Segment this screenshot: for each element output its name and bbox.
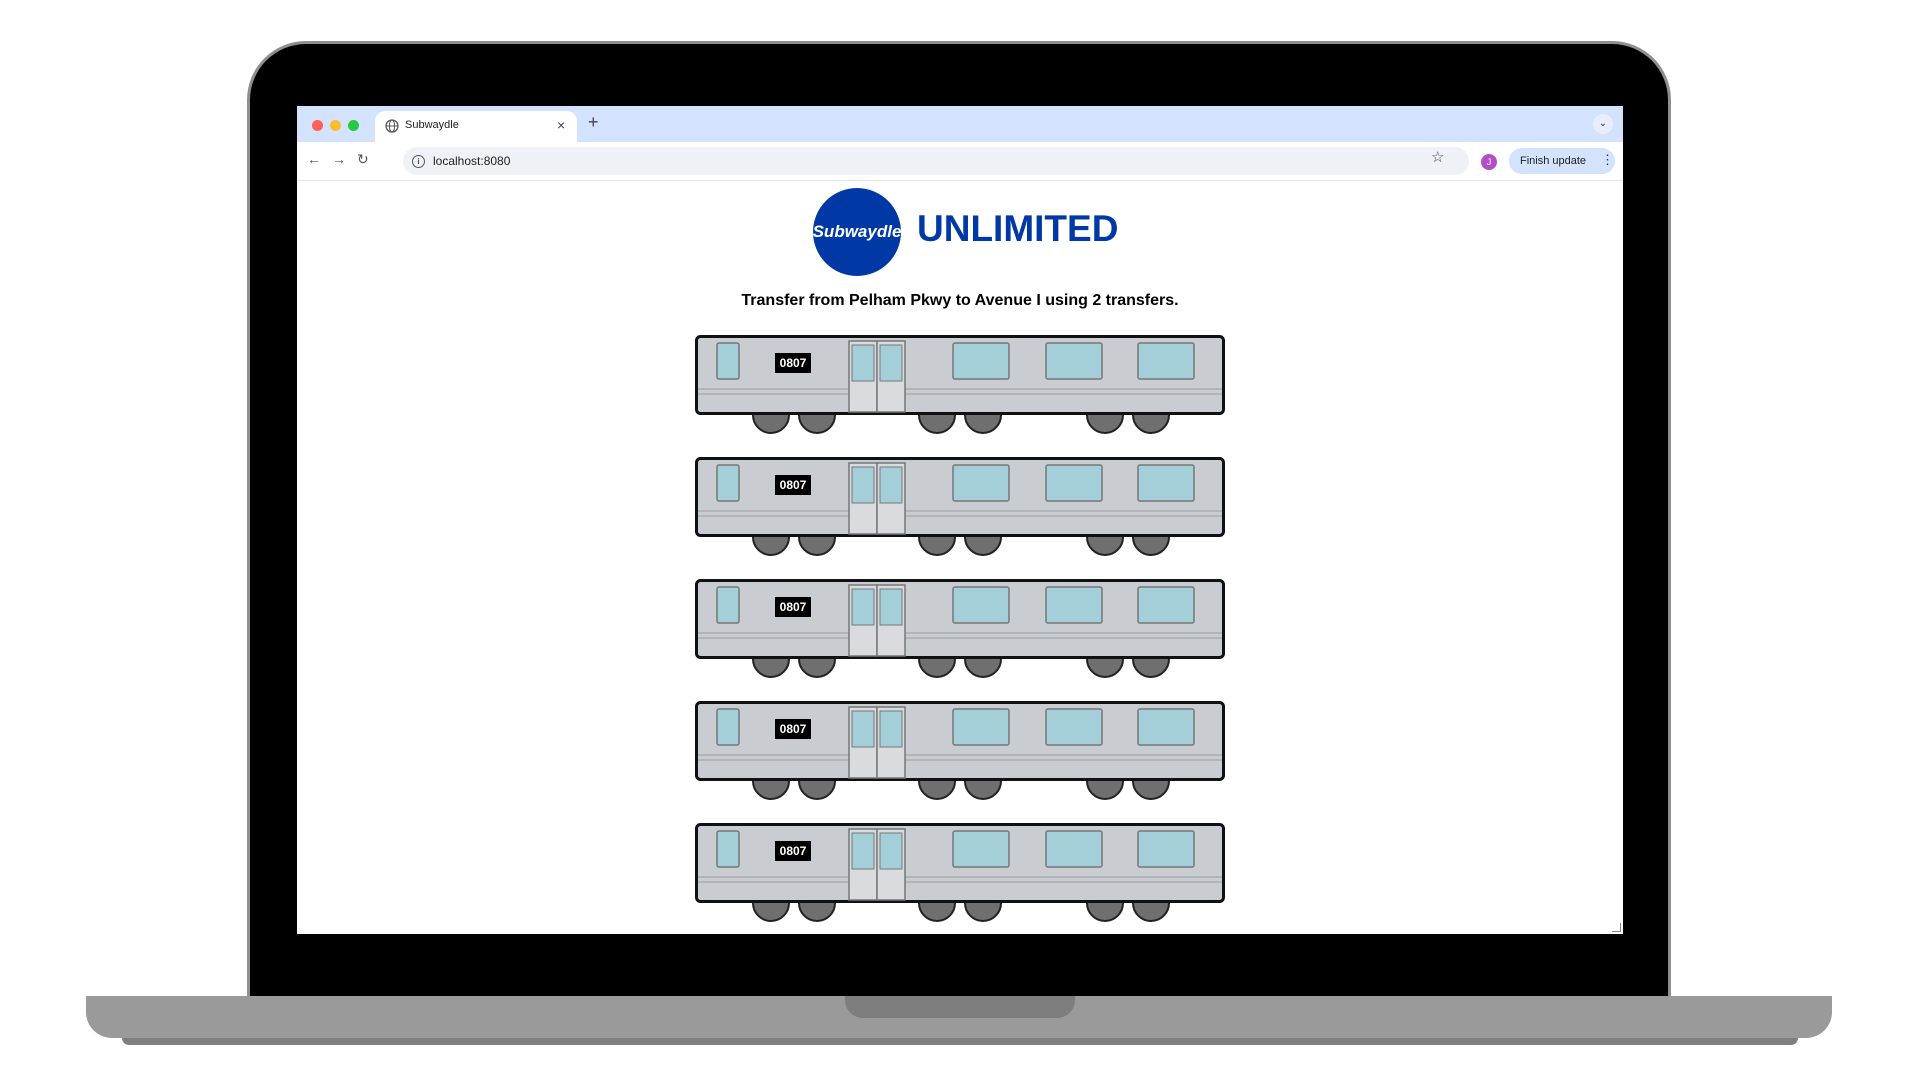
more-menu-icon[interactable]: ⋮ [1601,152,1614,168]
maximize-window-button[interactable] [348,120,359,131]
car-window [716,342,740,380]
car-window [1045,464,1103,502]
site-info-icon[interactable]: i [412,155,425,168]
url-text[interactable]: localhost:8080 [433,154,510,168]
bookmark-star-icon[interactable]: ☆ [1431,148,1444,166]
finish-update-label: Finish update [1520,155,1587,167]
car-window [716,586,740,624]
car-window [716,830,740,868]
car-window [1137,830,1195,868]
minimize-window-button[interactable] [330,120,341,131]
subway-car-list: 0807 0807 0807 0807 0807 [695,335,1225,934]
browser-window: Subwaydle × + ⌄ ← → ↻ i localhost:8080 ☆… [297,106,1623,934]
subway-car-drawing [695,579,1225,678]
reload-icon[interactable]: ↻ [357,151,369,168]
car-number-label: 0807 [775,719,811,739]
car-window [1045,708,1103,746]
browser-toolbar: ← → ↻ i localhost:8080 ☆ J Finish update… [297,142,1623,181]
car-window [716,708,740,746]
close-tab-icon[interactable]: × [557,117,565,133]
car-window [952,830,1010,868]
car-number-label: 0807 [775,353,811,373]
door-window [879,344,903,382]
car-window [952,586,1010,624]
subway-car-drawing [695,335,1225,434]
door-window [851,710,875,748]
car-window [952,464,1010,502]
profile-avatar[interactable]: J [1481,154,1497,170]
subway-car-drawing [695,823,1225,922]
page-title: UNLIMITED [917,208,1119,249]
car-window [1045,830,1103,868]
close-window-button[interactable] [312,120,323,131]
car-window [1137,708,1195,746]
subwaydle-logo: Subwaydle [813,188,901,276]
subway-car[interactable]: 0807 [695,335,1225,457]
subway-car[interactable]: 0807 [695,823,1225,934]
car-window [1045,342,1103,380]
door-window [879,832,903,870]
car-window [1137,464,1195,502]
car-number-label: 0807 [775,841,811,861]
car-number-label: 0807 [775,597,811,617]
subway-car-drawing [695,457,1225,556]
laptop-notch [845,996,1075,1018]
tab-strip: Subwaydle × + ⌄ [297,106,1623,142]
finish-update-button[interactable]: Finish update ⋮ [1509,148,1615,174]
car-window [952,342,1010,380]
car-number-label: 0807 [775,475,811,495]
new-tab-button[interactable]: + [588,112,599,133]
door-window [851,832,875,870]
car-window [1045,586,1103,624]
laptop-base-shadow [122,1038,1798,1045]
car-window [952,708,1010,746]
door-window [851,588,875,626]
tab-subwaydle[interactable]: Subwaydle × [375,111,577,142]
car-window [1137,586,1195,624]
door-window [851,466,875,504]
subway-car[interactable]: 0807 [695,457,1225,579]
globe-icon [385,119,399,133]
logo-text: Subwaydle [813,222,901,241]
tab-title: Subwaydle [405,119,459,131]
resize-grip-icon[interactable] [1612,923,1621,932]
car-window [716,464,740,502]
door-window [879,710,903,748]
puzzle-instruction: Transfer from Pelham Pkwy to Avenue I us… [741,292,1179,309]
address-bar[interactable]: i localhost:8080 [403,147,1469,175]
forward-arrow-icon[interactable]: → [332,151,346,167]
subway-car-drawing [695,701,1225,800]
door-window [851,344,875,382]
subway-car[interactable]: 0807 [695,701,1225,823]
door-window [879,588,903,626]
tab-search-chevron-icon[interactable]: ⌄ [1593,114,1613,134]
door-window [879,466,903,504]
subway-car[interactable]: 0807 [695,579,1225,701]
back-arrow-icon[interactable]: ← [307,151,321,167]
car-window [1137,342,1195,380]
